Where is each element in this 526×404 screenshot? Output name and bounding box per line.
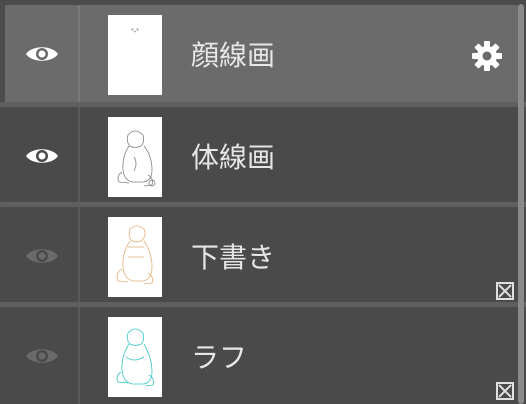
eye-icon [25,46,58,61]
layer-thumbnail-4 [108,317,162,397]
eye-icon [25,348,58,363]
layer-thumbnail-3 [108,217,162,297]
visibility-toggle-4[interactable] [5,307,80,404]
layer-thumbnail-2 [108,117,162,197]
layer-name[interactable]: 体線画 [191,107,275,204]
eye-icon [25,148,58,163]
layer-row-4[interactable]: ラフ [5,307,518,404]
layer-panel: 顔線画 体線画 下書き ラフ [0,0,526,404]
layer-name[interactable]: 顔線画 [191,5,275,102]
gear-icon[interactable] [471,40,503,72]
visibility-toggle-2[interactable] [5,107,80,204]
layer-mask-icon[interactable] [496,382,514,400]
visibility-toggle-3[interactable] [5,207,80,304]
layer-row-1[interactable]: 顔線画 [5,5,518,102]
layer-mask-icon[interactable] [496,282,514,300]
layer-row-3[interactable]: 下書き [5,207,518,304]
layer-thumbnail-1 [108,15,162,95]
layer-name[interactable]: ラフ [191,307,247,404]
layer-row-2[interactable]: 体線画 [5,107,518,204]
scrollbar[interactable] [518,4,524,404]
eye-icon [25,248,58,263]
visibility-toggle-1[interactable] [5,5,80,102]
layer-name[interactable]: 下書き [191,207,275,304]
